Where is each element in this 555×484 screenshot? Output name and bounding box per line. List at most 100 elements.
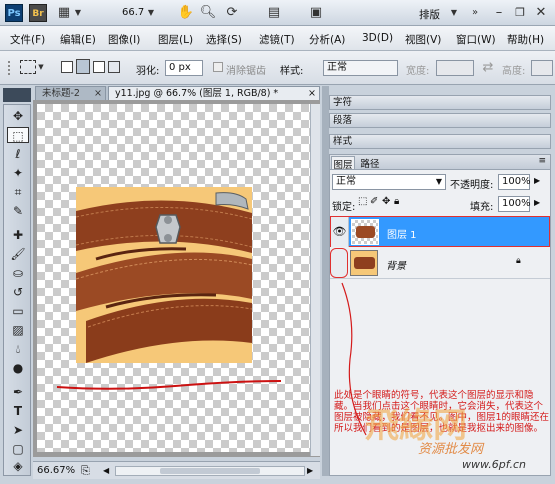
menu-select[interactable]: 选择(S) [206, 32, 242, 47]
swap-dimensions-icon[interactable]: ⇄ [478, 59, 498, 77]
rotate-view-icon[interactable]: ⟳ [222, 4, 242, 22]
horizontal-scrollbar[interactable] [115, 466, 305, 476]
dropdown-arrow-icon[interactable]: ▼ [72, 4, 84, 22]
menu-window[interactable]: 窗口(W) [456, 32, 496, 47]
tab-paths[interactable]: 路径 [358, 156, 382, 170]
scroll-left-icon[interactable]: ◀ [103, 466, 113, 476]
menu-file[interactable]: 文件(F) [10, 32, 45, 47]
menu-filter[interactable]: 滤镜(T) [259, 32, 295, 47]
lock-pixels-icon[interactable]: ✐ [370, 196, 378, 207]
feather-input[interactable]: 0 px [165, 60, 203, 76]
blend-mode-value: 正常 [336, 176, 356, 187]
arrange-documents-icon[interactable]: ▤ [264, 4, 284, 22]
tab-untitled-2[interactable]: 未标题-2 × [35, 86, 106, 100]
thumbnail-belt [356, 226, 375, 238]
rect-marquee-preset-icon[interactable] [20, 60, 36, 74]
layer-row-layer-1[interactable]: 👁︎ 图层 1 [330, 216, 550, 247]
zoom-level[interactable]: 66.7 [122, 7, 144, 18]
menu-layer[interactable]: 图层(L) [158, 32, 193, 47]
workspace-switcher[interactable]: 排版 [419, 7, 440, 22]
tab-close-icon[interactable]: × [308, 87, 316, 101]
lock-all-icon[interactable]: 🔒︎ [394, 196, 399, 207]
healing-brush-tool-icon[interactable]: ✚ [7, 227, 29, 243]
magic-wand-tool-icon[interactable]: ✦ [7, 165, 29, 181]
eyedropper-tool-icon[interactable]: ✎ [7, 203, 29, 219]
tab-layers[interactable]: 图层 [331, 156, 355, 171]
width-input[interactable] [436, 60, 474, 76]
fill-label: 填充: [470, 202, 494, 213]
menu-edit[interactable]: 编辑(E) [60, 32, 96, 47]
layers-panel-tabbar: 图层 路径 ≡ [330, 155, 550, 171]
minimize-icon[interactable]: – [492, 4, 506, 22]
expand-icon[interactable]: » [470, 4, 480, 22]
tab-y11-jpg[interactable]: y11.jpg @ 66.7% (图层 1, RGB/8) * × [108, 86, 320, 100]
path-selection-tool-icon[interactable]: ➤ [7, 422, 29, 438]
zoom-dropdown-icon[interactable]: ▼ [146, 4, 156, 22]
type-tool-icon[interactable]: T [7, 403, 29, 419]
menu-3d[interactable]: 3D(D) [362, 32, 393, 44]
3d-rotate-tool-icon[interactable]: ◈ [7, 458, 29, 474]
eye-visibility-empty-slot[interactable] [330, 248, 348, 278]
menu-view[interactable]: 视图(V) [405, 32, 441, 47]
intersect-selection-icon[interactable] [108, 61, 120, 73]
status-info-icon[interactable]: ⎘ [81, 464, 90, 478]
lock-position-icon[interactable]: ✥ [382, 196, 390, 207]
background-layer-name[interactable]: 背景 [386, 257, 406, 272]
lock-transparency-icon[interactable]: ⬚ [358, 196, 367, 207]
style-select[interactable]: 正常 [323, 60, 398, 76]
eraser-tool-icon[interactable]: ▭ [7, 303, 29, 319]
panel-menu-icon[interactable]: ≡ [538, 156, 546, 166]
eye-visibility-icon[interactable]: 👁︎ [331, 217, 349, 247]
clone-stamp-tool-icon[interactable]: ⛀ [7, 265, 29, 281]
brush-tool-icon[interactable]: 🖌︎ [7, 246, 29, 262]
opacity-input[interactable]: 100% [498, 174, 531, 190]
opacity-dropdown-icon[interactable]: ▶ [534, 176, 540, 185]
view-extras-icon[interactable]: ▦ [54, 4, 74, 22]
workspace-dropdown-icon[interactable]: ▼ [448, 4, 460, 22]
collapsed-panel-strip[interactable] [322, 86, 329, 476]
paragraph-panel-header[interactable]: 段落 [329, 113, 551, 128]
add-selection-icon[interactable] [76, 59, 90, 74]
tab-label: y11.jpg @ 66.7% (图层 1, RGB/8) * [115, 88, 279, 99]
styles-panel-header[interactable]: 样式 [329, 134, 551, 149]
new-selection-icon[interactable] [61, 61, 73, 73]
dodge-tool-icon[interactable]: ● [7, 360, 29, 376]
layer-1-name[interactable]: 图层 1 [387, 226, 417, 241]
subtract-selection-icon[interactable] [93, 61, 105, 73]
lasso-tool-icon[interactable]: ℓ [7, 146, 29, 162]
gradient-tool-icon[interactable]: ▨ [7, 322, 29, 338]
menu-help[interactable]: 帮助(H) [507, 32, 544, 47]
restore-icon[interactable]: ❐ [513, 4, 527, 22]
width-label: 宽度: [406, 66, 430, 77]
hand-tool-icon[interactable]: ✋ [176, 4, 196, 22]
antialias-checkbox[interactable] [213, 62, 223, 72]
move-tool-icon[interactable]: ✥ [7, 108, 29, 124]
close-icon[interactable]: ✕ [534, 4, 548, 22]
styles-panel-title: 样式 [333, 136, 353, 147]
shape-tool-icon[interactable]: ▢ [7, 441, 29, 457]
preset-dropdown-icon[interactable]: ▼ [36, 60, 46, 74]
scrollbar-thumb[interactable] [160, 468, 260, 474]
fill-dropdown-icon[interactable]: ▶ [534, 198, 540, 207]
status-zoom[interactable]: 66.67% [37, 465, 75, 476]
fill-input[interactable]: 100% [498, 196, 531, 212]
history-brush-tool-icon[interactable]: ↺ [7, 284, 29, 300]
options-bar: ▼ 羽化: 0 px 消除锯齿 样式: 正常 宽度: ⇄ 高度: [0, 51, 555, 85]
layer-row-background[interactable]: 背景 🔒︎ [330, 248, 550, 279]
menu-image[interactable]: 图像(I) [108, 32, 140, 47]
bridge-button[interactable]: Br [29, 4, 47, 22]
scroll-right-icon[interactable]: ▶ [307, 466, 317, 476]
belt-image-layer[interactable] [76, 187, 252, 363]
marquee-tool-icon[interactable]: ⬚ [7, 127, 29, 143]
character-panel-header[interactable]: 字符 [329, 95, 551, 110]
height-input[interactable] [531, 60, 553, 76]
crop-tool-icon[interactable]: ⌗ [7, 184, 29, 200]
tab-close-icon[interactable]: × [94, 87, 102, 101]
menu-analysis[interactable]: 分析(A) [309, 32, 345, 47]
pen-tool-icon[interactable]: ✒ [7, 384, 29, 400]
blur-tool-icon[interactable]: 💧︎ [7, 341, 29, 357]
screen-mode-icon[interactable]: ▣ [306, 4, 326, 22]
zoom-tool-icon[interactable]: 🔍︎ [198, 4, 218, 22]
canvas-vertical-scrollbar[interactable] [310, 104, 320, 456]
blend-mode-select[interactable]: 正常 ▼ [332, 174, 446, 190]
